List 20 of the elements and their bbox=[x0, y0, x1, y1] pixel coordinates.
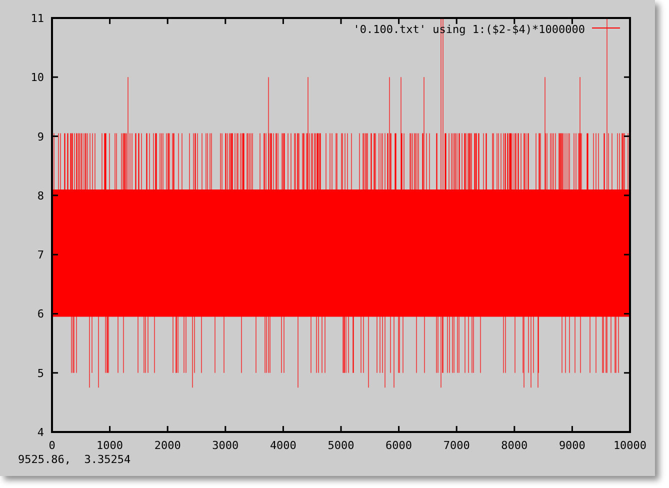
y-tick-label: 11 bbox=[30, 12, 44, 25]
cursor-coordinates: 9525.86, 3.35254 bbox=[18, 452, 131, 468]
x-tick-label: 9000 bbox=[558, 439, 586, 452]
y-tick-label: 9 bbox=[37, 130, 44, 144]
y-tick-label: 4 bbox=[37, 426, 44, 439]
x-tick-label: 2000 bbox=[154, 439, 181, 452]
x-tick-label: 0 bbox=[48, 439, 56, 452]
y-tick-label: 10 bbox=[30, 71, 44, 84]
y-tick-label: 6 bbox=[37, 308, 44, 321]
x-tick-label: 1000 bbox=[96, 439, 124, 452]
y-tick-label: 5 bbox=[37, 366, 44, 380]
y-tick-label: 7 bbox=[37, 248, 44, 262]
x-tick-label: 5000 bbox=[328, 439, 354, 452]
x-tick-label: 4000 bbox=[270, 439, 296, 452]
x-tick-label: 8000 bbox=[501, 439, 528, 452]
y-tick-label: 8 bbox=[37, 189, 44, 202]
x-tick-label: 6000 bbox=[386, 439, 412, 452]
x-tick-label: 3000 bbox=[212, 439, 239, 452]
x-tick-label: 7000 bbox=[443, 439, 470, 452]
x-tick-label: 10000 bbox=[613, 439, 647, 452]
